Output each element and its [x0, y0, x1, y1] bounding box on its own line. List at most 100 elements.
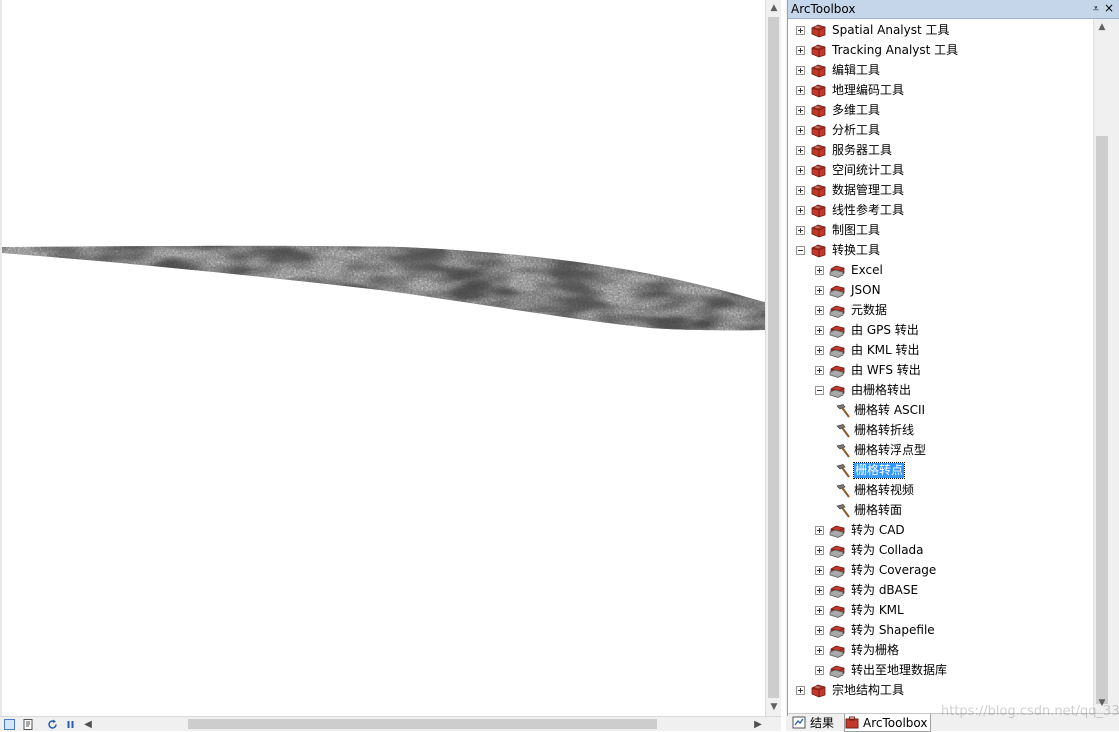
- expand-icon[interactable]: [796, 206, 805, 215]
- tree-item-label: 制图工具: [832, 223, 881, 237]
- tree-item[interactable]: 由 KML 转出: [788, 341, 1088, 361]
- map-view[interactable]: [0, 0, 765, 716]
- tree-item[interactable]: 栅格转浮点型: [788, 441, 1088, 461]
- map-horizontal-thumb[interactable]: [188, 719, 657, 729]
- expand-icon[interactable]: [815, 286, 824, 295]
- map-vertical-scrollbar[interactable]: ▲ ▼: [765, 0, 781, 716]
- toolbox-icon: [810, 203, 827, 218]
- expand-icon[interactable]: [796, 166, 805, 175]
- toolset-icon: [829, 643, 846, 658]
- expand-icon[interactable]: [815, 326, 824, 335]
- tree-item[interactable]: 转出至地理数据库: [788, 661, 1088, 681]
- expand-icon[interactable]: [815, 646, 824, 655]
- tree-item[interactable]: 转为 KML: [788, 601, 1088, 621]
- toolbox-tree[interactable]: Spatial Analyst 工具 Tracking Analyst 工具 编辑工…: [788, 19, 1093, 713]
- tree-item[interactable]: 由栅格转出: [788, 381, 1088, 401]
- expand-icon[interactable]: [815, 366, 824, 375]
- toolset-icon: [829, 323, 846, 338]
- results-icon: [792, 716, 806, 729]
- toolbox-icon: [810, 143, 827, 158]
- expand-icon[interactable]: [796, 66, 805, 75]
- scroll-up-icon[interactable]: ▲: [1094, 19, 1110, 35]
- expand-icon[interactable]: [815, 606, 824, 615]
- expand-icon[interactable]: [796, 226, 805, 235]
- tab-results[interactable]: 结果: [792, 714, 834, 731]
- expand-icon[interactable]: [796, 186, 805, 195]
- expand-icon[interactable]: [796, 686, 805, 695]
- expand-icon[interactable]: [815, 526, 824, 535]
- toolset-icon: [829, 383, 846, 398]
- tree-item[interactable]: 编辑工具: [788, 61, 1088, 81]
- tree-item[interactable]: 栅格转点: [788, 461, 1088, 481]
- collapse-icon[interactable]: [796, 246, 805, 255]
- expand-icon[interactable]: [815, 346, 824, 355]
- expand-icon[interactable]: [796, 46, 805, 55]
- layout-view-icon[interactable]: [4, 719, 15, 730]
- tree-vertical-scrollbar[interactable]: ▲ ▼: [1093, 19, 1110, 713]
- expand-icon[interactable]: [796, 106, 805, 115]
- tree-item[interactable]: 转为 dBASE: [788, 581, 1088, 601]
- tree-item[interactable]: 转为 Shapefile: [788, 621, 1088, 641]
- tree-item[interactable]: 由 WFS 转出: [788, 361, 1088, 381]
- tree-scroll-thumb[interactable]: [1096, 136, 1108, 704]
- tree-item[interactable]: 转换工具: [788, 241, 1088, 261]
- expand-icon[interactable]: [796, 26, 805, 35]
- tree-item[interactable]: JSON: [788, 281, 1088, 301]
- expand-icon[interactable]: [796, 86, 805, 95]
- tree-item[interactable]: 栅格转视频: [788, 481, 1088, 501]
- tab-arctoolbox[interactable]: ArcToolbox: [844, 714, 932, 732]
- tree-item[interactable]: 地理编码工具: [788, 81, 1088, 101]
- tree-item[interactable]: 元数据: [788, 301, 1088, 321]
- data-view-icon[interactable]: [22, 718, 34, 730]
- tree-item[interactable]: 分析工具: [788, 121, 1088, 141]
- tree-item-label: 栅格转视频: [854, 483, 915, 497]
- tree-item-label: 转为 CAD: [851, 523, 905, 537]
- toolset-icon: [829, 603, 846, 618]
- toolset-icon: [829, 543, 846, 558]
- tree-item[interactable]: 栅格转 ASCII: [788, 401, 1088, 421]
- tab-results-label: 结果: [810, 716, 835, 730]
- tree-item[interactable]: 宗地结构工具: [788, 681, 1088, 701]
- tree-item[interactable]: 线性参考工具: [788, 201, 1088, 221]
- close-icon[interactable]: ×: [1104, 1, 1114, 15]
- tree-item[interactable]: 多维工具: [788, 101, 1088, 121]
- tree-item[interactable]: 数据管理工具: [788, 181, 1088, 201]
- scroll-right-icon[interactable]: ▶: [752, 717, 764, 731]
- tree-item[interactable]: Spatial Analyst 工具: [788, 21, 1088, 41]
- tree-item[interactable]: 制图工具: [788, 221, 1088, 241]
- expand-icon[interactable]: [815, 626, 824, 635]
- tree-item[interactable]: 转为栅格: [788, 641, 1088, 661]
- expand-icon[interactable]: [815, 566, 824, 575]
- expand-icon[interactable]: [796, 126, 805, 135]
- tree-item[interactable]: 空间统计工具: [788, 161, 1088, 181]
- tree-item[interactable]: 转为 Coverage: [788, 561, 1088, 581]
- expand-icon[interactable]: [815, 306, 824, 315]
- pin-icon[interactable]: ⩡: [1093, 2, 1099, 16]
- tree-item[interactable]: Tracking Analyst 工具: [788, 41, 1088, 61]
- refresh-icon[interactable]: [46, 718, 58, 730]
- panel-title-bar[interactable]: ArcToolbox ⩡ ×: [788, 0, 1119, 19]
- tree-item[interactable]: 栅格转面: [788, 501, 1088, 521]
- scroll-up-icon[interactable]: ▲: [766, 0, 782, 16]
- tree-item[interactable]: 转为 CAD: [788, 521, 1088, 541]
- map-scroll-thumb[interactable]: [768, 17, 779, 698]
- scroll-down-icon[interactable]: ▼: [766, 699, 782, 715]
- hammer-icon: [834, 483, 851, 499]
- expand-icon[interactable]: [815, 266, 824, 275]
- tree-item[interactable]: Excel: [788, 261, 1088, 281]
- expand-icon[interactable]: [815, 586, 824, 595]
- expand-icon[interactable]: [815, 546, 824, 555]
- tree-item-label: JSON: [851, 283, 881, 297]
- expand-icon[interactable]: [796, 146, 805, 155]
- tree-item[interactable]: 服务器工具: [788, 141, 1088, 161]
- tree-item[interactable]: 由 GPS 转出: [788, 321, 1088, 341]
- expand-icon[interactable]: [815, 666, 824, 675]
- toolbox-icon: [810, 183, 827, 198]
- tree-item[interactable]: 转为 Collada: [788, 541, 1088, 561]
- tree-item[interactable]: 栅格转折线: [788, 421, 1088, 441]
- pause-icon[interactable]: [64, 718, 76, 730]
- collapse-icon[interactable]: [815, 386, 824, 395]
- scroll-left-icon[interactable]: ◀: [82, 717, 94, 731]
- tree-item-label: 由 WFS 转出: [851, 363, 921, 377]
- toolbox-icon: [810, 103, 827, 118]
